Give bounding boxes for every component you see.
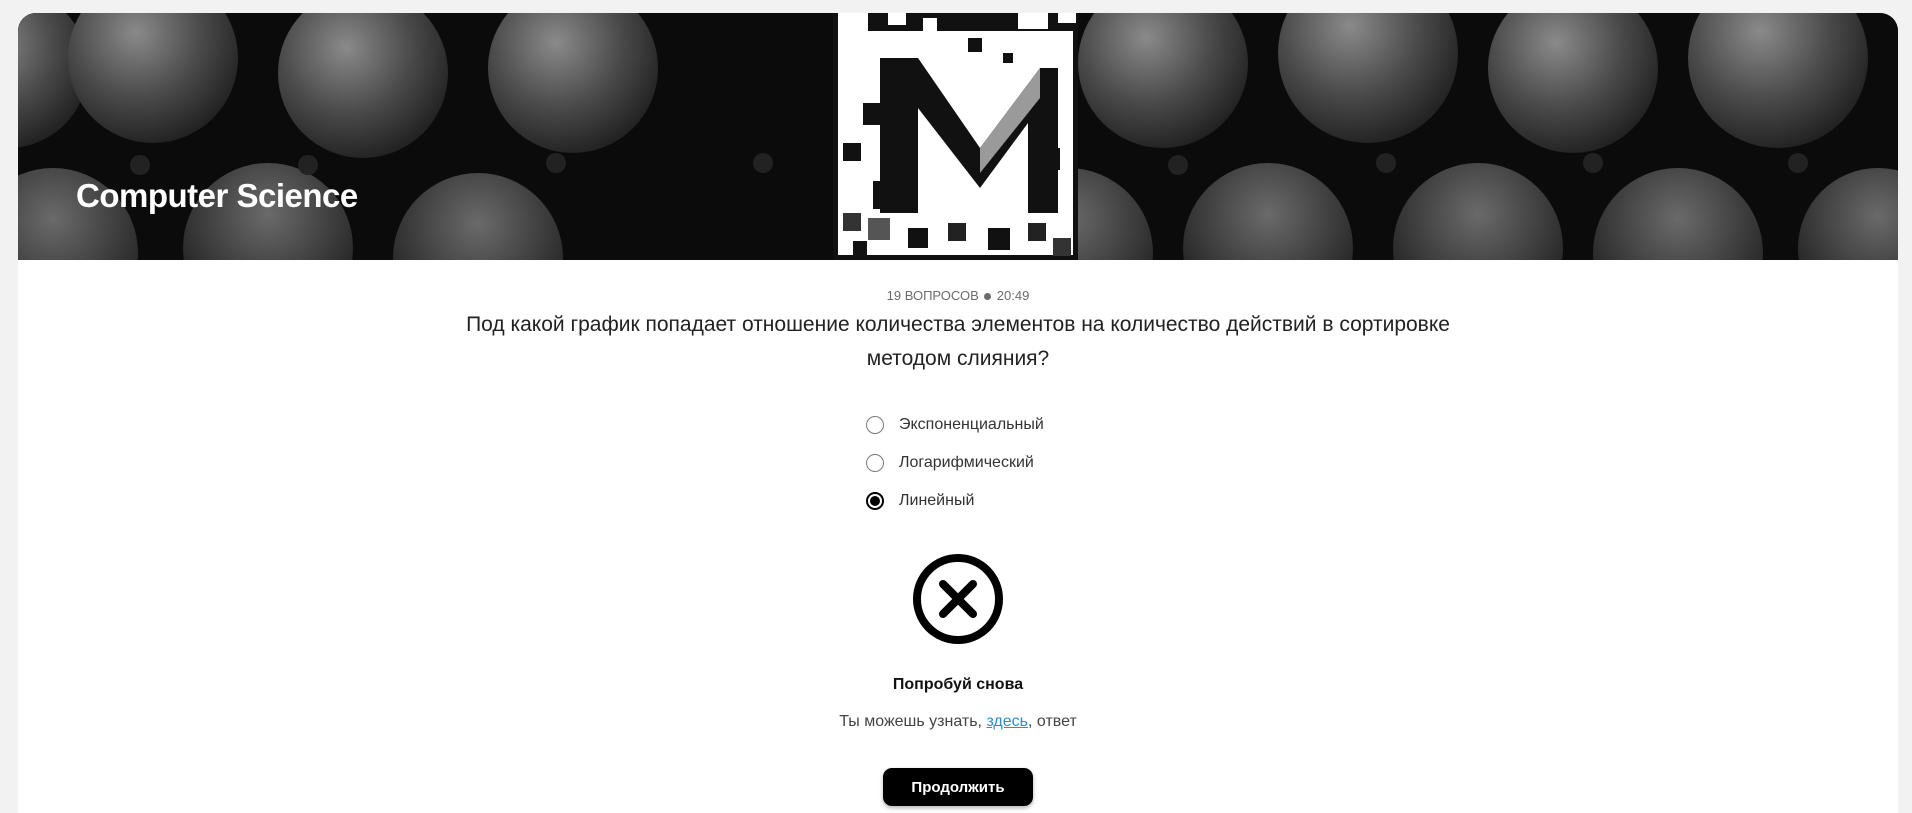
close-circle-icon	[913, 554, 1003, 644]
radio-button[interactable]	[866, 454, 884, 472]
banner-background	[18, 13, 1898, 260]
answer-option-exponential[interactable]: Экспоненциальный	[866, 406, 1044, 444]
banner-title: Computer Science	[76, 177, 358, 214]
question-count: 19 ВОПРОСОВ	[886, 288, 979, 303]
answer-options: Экспоненциальный Логарифмический Линейны…	[866, 406, 1044, 520]
answer-option-label: Линейный	[899, 492, 975, 509]
answer-option-logarithmic[interactable]: Логарифмический	[866, 444, 1044, 482]
answer-option-linear[interactable]: Линейный	[866, 482, 1044, 520]
quiz-card: Computer Science 19 ВОПРОСОВ 20:49 Под ка…	[18, 13, 1898, 813]
hint-text-after: , ответ	[1028, 713, 1077, 730]
radio-button-selected[interactable]	[866, 492, 884, 510]
timer: 20:49	[996, 288, 1030, 303]
banner: Computer Science	[18, 13, 1898, 260]
separator-dot-icon	[983, 292, 991, 300]
answer-link[interactable]: здесь	[986, 713, 1028, 730]
result-title: Попробуй снова	[892, 676, 1024, 693]
hint-text-before: Ты можешь узнать,	[839, 713, 987, 730]
quiz-meta: 19 ВОПРОСОВ 20:49	[18, 288, 1898, 303]
result-hint: Ты можешь узнать, здесь, ответ	[18, 713, 1898, 731]
question-text: Под какой график попадает отношение коли…	[466, 313, 1450, 370]
answer-option-label: Экспоненциальный	[899, 416, 1044, 433]
brand-logo	[833, 13, 1078, 260]
answer-option-label: Логарифмический	[899, 454, 1034, 471]
continue-button[interactable]: Продолжить	[883, 768, 1033, 806]
radio-button[interactable]	[866, 416, 884, 434]
